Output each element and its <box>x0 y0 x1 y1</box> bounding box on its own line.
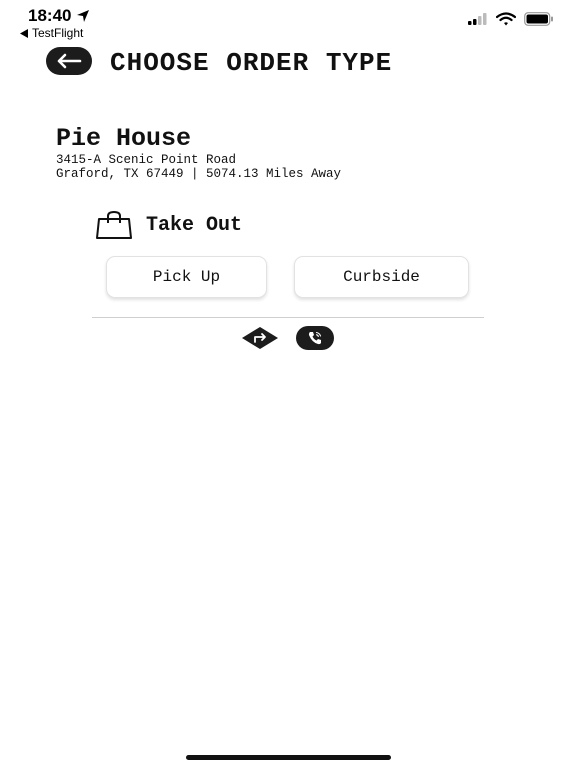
pick-up-button[interactable]: Pick Up <box>106 256 267 298</box>
back-triangle-icon <box>20 28 28 38</box>
status-time-text: 18:40 <box>28 6 72 25</box>
battery-icon <box>524 12 553 26</box>
address-line-1: 3415-A Scenic Point Road <box>56 153 237 167</box>
home-indicator[interactable] <box>186 755 391 760</box>
status-back-link[interactable]: TestFlight <box>20 26 83 40</box>
restaurant-address: 3415-A Scenic Point Road Graford, TX 674… <box>56 153 341 181</box>
back-button[interactable] <box>46 47 92 75</box>
phone-icon <box>308 331 322 345</box>
shopping-bag-icon <box>96 211 132 239</box>
arrow-left-icon <box>57 53 82 69</box>
divider <box>92 317 484 318</box>
directions-icon <box>242 327 278 349</box>
page-title: CHOOSE ORDER TYPE <box>110 48 393 78</box>
section-title: Take Out <box>146 213 243 237</box>
signal-icon <box>468 13 487 25</box>
call-button[interactable] <box>296 326 334 350</box>
status-time: 18:40 <box>28 6 90 26</box>
address-line-2: Graford, TX 67449 | 5074.13 Miles Away <box>56 167 342 181</box>
status-indicators <box>468 12 554 26</box>
location-arrow-icon <box>77 10 90 22</box>
wifi-icon <box>496 12 516 26</box>
directions-button[interactable] <box>241 326 279 350</box>
take-out-header: Take Out <box>96 211 242 239</box>
status-back-label: TestFlight <box>32 26 84 40</box>
restaurant-name: Pie House <box>56 124 192 153</box>
curbside-button[interactable]: Curbside <box>294 256 469 298</box>
